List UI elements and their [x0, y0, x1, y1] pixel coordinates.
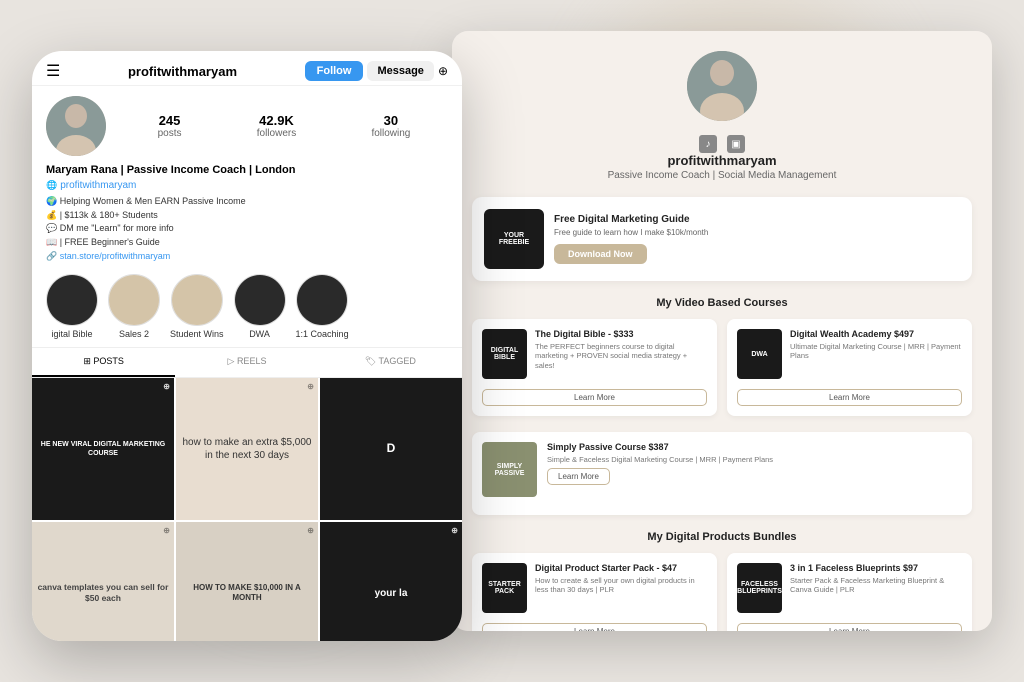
course-thumbnail: SIMPLY PASSIVE: [482, 442, 537, 497]
tab-tagged[interactable]: 🏷 TAGGED: [319, 348, 462, 377]
ig-bio-line1: 🌍 Helping Women & Men EARN Passive Incom…: [46, 195, 448, 249]
ig-bio-link[interactable]: 🔗 stan.store/profitwithmaryam: [46, 251, 448, 262]
freebie-thumbnail: YOUR FREEBIE: [484, 209, 544, 269]
ig-header: ☰ profitwithmaryam Follow Message ⊕: [32, 51, 462, 86]
course-card: DWA Digital Wealth Academy $497 Ultimate…: [727, 319, 972, 416]
tab-reels[interactable]: ▷ REELS: [175, 348, 318, 377]
follow-button[interactable]: Follow: [305, 61, 364, 81]
download-freebie-button[interactable]: Download Now: [554, 244, 647, 264]
course-desc: Ultimate Digital Marketing Course | MRR …: [790, 342, 962, 362]
ig-posts-grid: ⊕ HE NEW VIRAL DIGITAL MARKETING COURSE …: [32, 378, 462, 641]
course-desc: The PERFECT beginners course to digital …: [535, 342, 707, 371]
video-courses-title: My Video Based Courses: [472, 297, 972, 309]
wide-course-card: SIMPLY PASSIVE Simply Passive Course $38…: [472, 432, 972, 515]
product-desc: Starter Pack & Faceless Marketing Bluepr…: [790, 576, 962, 596]
stan-bio: Passive Income Coach | Social Media Mana…: [608, 170, 837, 181]
stan-username: profitwithmaryam: [667, 153, 776, 168]
freebie-info: Free Digital Marketing Guide Free guide …: [554, 214, 960, 264]
stan-avatar: [687, 51, 757, 121]
highlight-item[interactable]: Sales 2: [108, 274, 160, 339]
course-thumbnail: DIGITAL BIBLE: [482, 329, 527, 379]
course-title: The Digital Bible - $333: [535, 329, 707, 341]
ig-profile-section: 245 posts 42.9K followers 30 following: [32, 86, 462, 268]
save-icon: ⊕: [307, 382, 314, 391]
freebie-desc: Free guide to learn how I make $10k/mont…: [554, 227, 960, 238]
following-stat: 30 following: [371, 113, 410, 139]
learn-more-button[interactable]: Learn More: [482, 623, 707, 631]
product-card: FACELESS BLUEPRINTS 3 in 1 Faceless Blue…: [727, 553, 972, 631]
learn-more-button[interactable]: Learn More: [737, 623, 962, 631]
grid-post-item[interactable]: ⊕ canva templates you can sell for $50 e…: [32, 522, 174, 641]
tiktok-icon[interactable]: ♪: [699, 135, 717, 153]
freebie-card: YOUR FREEBIE Free Digital Marketing Guid…: [472, 197, 972, 281]
highlight-item[interactable]: igital Bible: [46, 274, 98, 339]
posts-stat: 245 posts: [158, 113, 182, 139]
grid-post-item[interactable]: ⊕ HE NEW VIRAL DIGITAL MARKETING COURSE: [32, 378, 174, 520]
ig-bio-name: Maryam Rana | Passive Income Coach | Lon…: [46, 164, 448, 176]
product-card: STARTER PACK Digital Product Starter Pac…: [472, 553, 717, 631]
product-thumbnail: FACELESS BLUEPRINTS: [737, 563, 782, 613]
learn-more-button[interactable]: Learn More: [547, 468, 610, 485]
course-thumbnail: DWA: [737, 329, 782, 379]
grid-post-item[interactable]: D: [320, 378, 462, 520]
highlight-item[interactable]: 1:1 Coaching: [296, 274, 349, 339]
product-desc: How to create & sell your own digital pr…: [535, 576, 707, 596]
followers-stat: 42.9K followers: [257, 113, 296, 139]
ig-bio-website[interactable]: profitwithmaryam: [60, 178, 136, 193]
ig-username: profitwithmaryam: [60, 64, 304, 79]
ig-tabs: ⊞ POSTS ▷ REELS 🏷 TAGGED: [32, 347, 462, 378]
grid-post-item[interactable]: ⊕ your la: [320, 522, 462, 641]
ig-stats: 245 posts 42.9K followers 30 following: [120, 113, 448, 139]
stan-store-page: ♪ ▣ profitwithmaryam Passive Income Coac…: [452, 31, 992, 631]
grid-post-item[interactable]: ⊕ how to make an extra $5,000 in the nex…: [176, 378, 318, 520]
course-card: DIGITAL BIBLE The Digital Bible - $333 T…: [472, 319, 717, 416]
courses-grid: DIGITAL BIBLE The Digital Bible - $333 T…: [472, 319, 972, 416]
ig-highlights: igital Bible Sales 2 Student Wins DWA 1:…: [32, 268, 462, 347]
product-thumbnail: STARTER PACK: [482, 563, 527, 613]
phone-mockup: ☰ profitwithmaryam Follow Message ⊕: [32, 51, 462, 641]
grid-post-item[interactable]: ⊕ HOW TO MAKE $10,000 IN A MONTH: [176, 522, 318, 641]
highlight-item[interactable]: Student Wins: [170, 274, 224, 339]
course-desc: Simple & Faceless Digital Marketing Cour…: [547, 455, 962, 465]
save-icon: ⊕: [307, 526, 314, 535]
course-title: Simply Passive Course $387: [547, 442, 962, 454]
message-button[interactable]: Message: [367, 61, 433, 81]
freebie-title: Free Digital Marketing Guide: [554, 214, 960, 225]
tab-posts[interactable]: ⊞ POSTS: [32, 348, 175, 377]
instagram-icon[interactable]: ▣: [727, 135, 745, 153]
product-title: 3 in 1 Faceless Blueprints $97: [790, 563, 962, 575]
save-icon: ⊕: [451, 526, 458, 535]
course-title: Digital Wealth Academy $497: [790, 329, 962, 341]
highlight-item[interactable]: DWA: [234, 274, 286, 339]
products-grid: STARTER PACK Digital Product Starter Pac…: [472, 553, 972, 631]
product-title: Digital Product Starter Pack - $47: [535, 563, 707, 575]
save-icon: ⊕: [163, 382, 170, 391]
stan-profile: ♪ ▣ profitwithmaryam Passive Income Coac…: [472, 51, 972, 181]
save-icon: ⊕: [163, 526, 170, 535]
ig-avatar: [46, 96, 106, 156]
products-title: My Digital Products Bundles: [472, 531, 972, 543]
learn-more-button[interactable]: Learn More: [482, 389, 707, 406]
learn-more-button[interactable]: Learn More: [737, 389, 962, 406]
